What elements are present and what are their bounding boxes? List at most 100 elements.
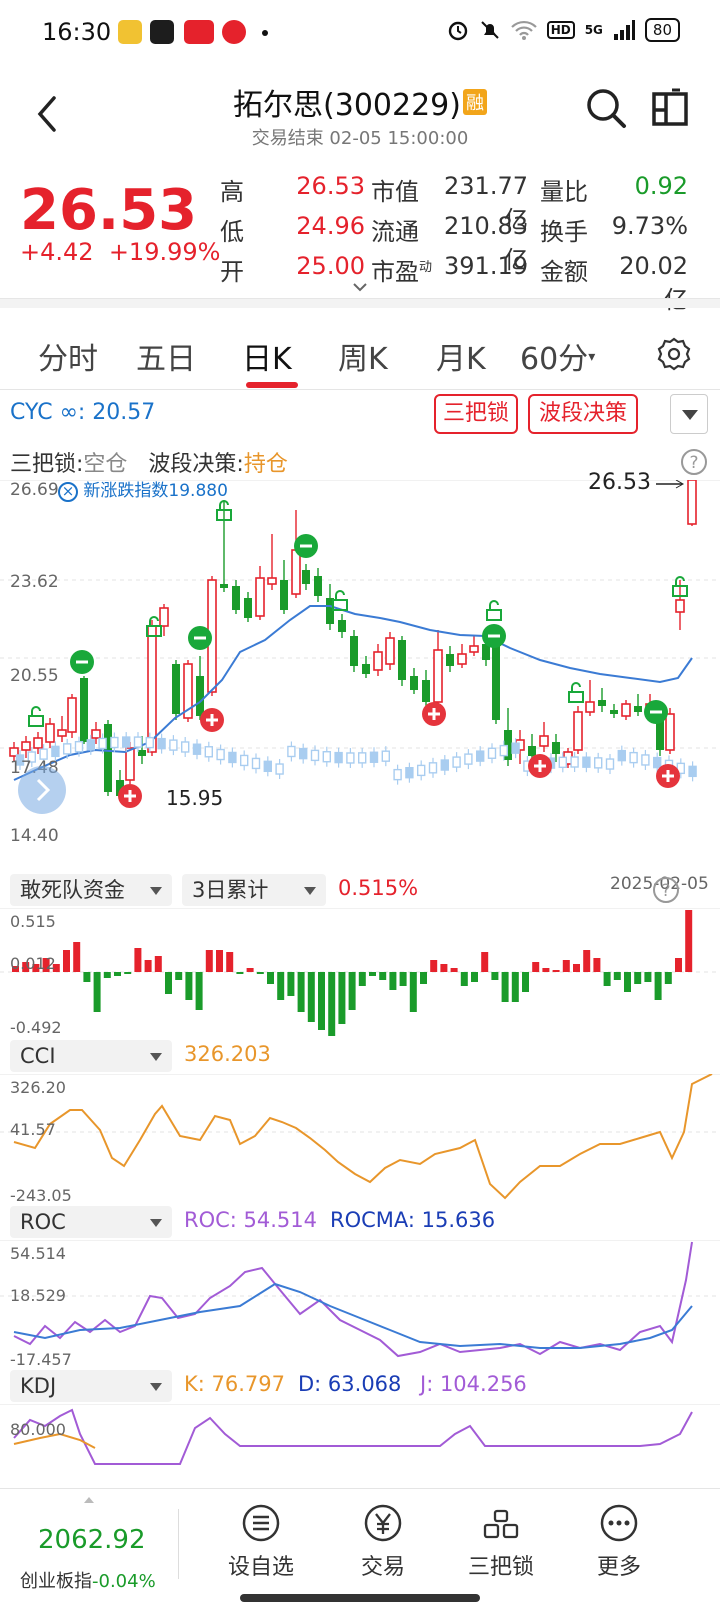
active-tab-indicator bbox=[246, 382, 298, 388]
tab-weekly-k[interactable]: 周K bbox=[338, 334, 388, 378]
indicator-selector[interactable]: ROC bbox=[10, 1206, 172, 1238]
fund-bar-chart[interactable] bbox=[0, 908, 720, 1036]
candle-body bbox=[457, 653, 467, 665]
add-watchlist-button[interactable]: 设自选 bbox=[206, 1503, 316, 1581]
roc-value: ROC: 54.514 bbox=[184, 1208, 318, 1232]
y-label: 0.012 bbox=[10, 954, 56, 973]
fund-bar bbox=[348, 972, 356, 1010]
tab-monthly-k[interactable]: 月K bbox=[436, 334, 486, 378]
fund-bar bbox=[644, 972, 652, 982]
index-candle bbox=[476, 750, 485, 762]
search-icon[interactable] bbox=[584, 86, 628, 130]
cci-line bbox=[13, 1074, 713, 1200]
close-icon[interactable]: × bbox=[58, 482, 78, 502]
fund-bar bbox=[297, 972, 305, 1012]
three-locks-nav-button[interactable]: 三把锁 bbox=[446, 1503, 556, 1581]
index-candle bbox=[641, 754, 650, 766]
fund-bar bbox=[73, 942, 81, 972]
candle-body bbox=[291, 549, 301, 595]
tab-daily-k[interactable]: 日K bbox=[242, 334, 292, 378]
fund-bar bbox=[562, 960, 570, 972]
rocma-value: ROCMA: 15.636 bbox=[330, 1208, 496, 1232]
fund-bar bbox=[420, 972, 427, 984]
fund-bar bbox=[185, 972, 193, 1000]
fund-bar bbox=[63, 950, 70, 972]
y-label: -243.05 bbox=[10, 1186, 72, 1205]
expand-side-button[interactable] bbox=[18, 766, 66, 814]
indicator-selector[interactable]: KDJ bbox=[10, 1370, 172, 1402]
trade-button[interactable]: 交易 bbox=[328, 1503, 438, 1581]
fund-bar bbox=[460, 972, 468, 986]
kdj-line-chart[interactable] bbox=[0, 1404, 720, 1488]
roc-line bbox=[13, 1241, 693, 1358]
y-label: 0.515 bbox=[10, 912, 56, 931]
candle-body bbox=[255, 577, 265, 617]
list-icon bbox=[242, 1504, 280, 1542]
change-percent: +19.99% bbox=[108, 238, 221, 266]
tab-five-day[interactable]: 五日 bbox=[136, 334, 196, 378]
tab-60min[interactable]: 60分▾ bbox=[520, 334, 595, 378]
gear-icon[interactable] bbox=[656, 336, 692, 372]
candle-body bbox=[302, 570, 310, 584]
fund-bar bbox=[450, 968, 458, 972]
fund-bar bbox=[654, 972, 662, 1000]
y-label: 20.55 bbox=[10, 666, 59, 686]
fund-bar bbox=[114, 972, 121, 976]
candle-body bbox=[104, 724, 112, 792]
help-icon[interactable]: ? bbox=[652, 876, 680, 904]
buy-signal-glyph bbox=[128, 790, 132, 802]
candle-body bbox=[138, 750, 146, 756]
index-overlay-label[interactable]: × 新涨跌指数19.880 bbox=[58, 476, 228, 502]
help-icon[interactable]: ? bbox=[680, 448, 708, 476]
more-button[interactable]: 更多 bbox=[564, 1503, 674, 1581]
candle-body bbox=[398, 640, 406, 680]
roc-line-chart[interactable] bbox=[0, 1240, 720, 1366]
three-locks-button[interactable]: 三把锁 bbox=[434, 394, 518, 434]
divider bbox=[0, 298, 720, 308]
y-label: 18.529 bbox=[10, 1286, 66, 1305]
battery-indicator: 80 bbox=[644, 18, 680, 42]
candle-body bbox=[446, 654, 454, 666]
unlock-marker bbox=[568, 691, 584, 703]
candle-body bbox=[492, 642, 500, 720]
sell-signal-glyph bbox=[488, 634, 500, 638]
index-value[interactable]: 2062.92 bbox=[38, 1525, 146, 1555]
selector-label: 3日累计 bbox=[192, 878, 269, 902]
tab-intraday[interactable]: 分时 bbox=[38, 334, 98, 378]
index-candle bbox=[653, 756, 662, 769]
index-name[interactable]: 创业板指-0.04% bbox=[20, 1567, 156, 1593]
fund-bar bbox=[675, 958, 682, 972]
selector-label: CCI bbox=[20, 1044, 56, 1068]
buy-signal-glyph bbox=[210, 714, 214, 726]
status-time: 16:30 bbox=[42, 18, 112, 46]
index-candle bbox=[51, 745, 60, 758]
index-candle bbox=[629, 751, 638, 764]
chevron-down-icon[interactable] bbox=[352, 282, 368, 292]
y-label: 23.62 bbox=[10, 572, 59, 592]
candlestick-chart[interactable] bbox=[0, 480, 720, 880]
sell-signal-glyph bbox=[650, 710, 662, 714]
cci-line-chart[interactable] bbox=[0, 1074, 720, 1200]
lock-icon bbox=[483, 1509, 519, 1539]
signal-icon bbox=[613, 20, 635, 40]
stock-name: 拓尔思(300229) bbox=[233, 88, 461, 123]
candle-body bbox=[280, 580, 288, 610]
y-label-max: 26.69 bbox=[10, 480, 59, 500]
share-icon[interactable] bbox=[650, 86, 690, 130]
fund-bar bbox=[634, 972, 642, 984]
band-decision-button[interactable]: 波段决策 bbox=[528, 394, 638, 434]
index-value: 19.880 bbox=[168, 481, 228, 501]
indicator-selector[interactable]: 敢死队资金 bbox=[10, 874, 172, 906]
fund-bar bbox=[613, 972, 621, 980]
wifi-icon bbox=[510, 20, 537, 40]
selector-label: ROC bbox=[20, 1210, 66, 1234]
more-icon bbox=[600, 1504, 638, 1542]
fund-bar bbox=[440, 964, 448, 972]
fund-bar bbox=[328, 972, 336, 1036]
fund-bar bbox=[379, 972, 387, 980]
indicator-selector[interactable]: CCI bbox=[10, 1040, 172, 1072]
candle-body bbox=[539, 735, 549, 747]
indicator-dropdown-button[interactable] bbox=[670, 394, 708, 434]
nav-label: 更多 bbox=[596, 1555, 641, 1580]
period-selector[interactable]: 3日累计 bbox=[182, 874, 326, 906]
